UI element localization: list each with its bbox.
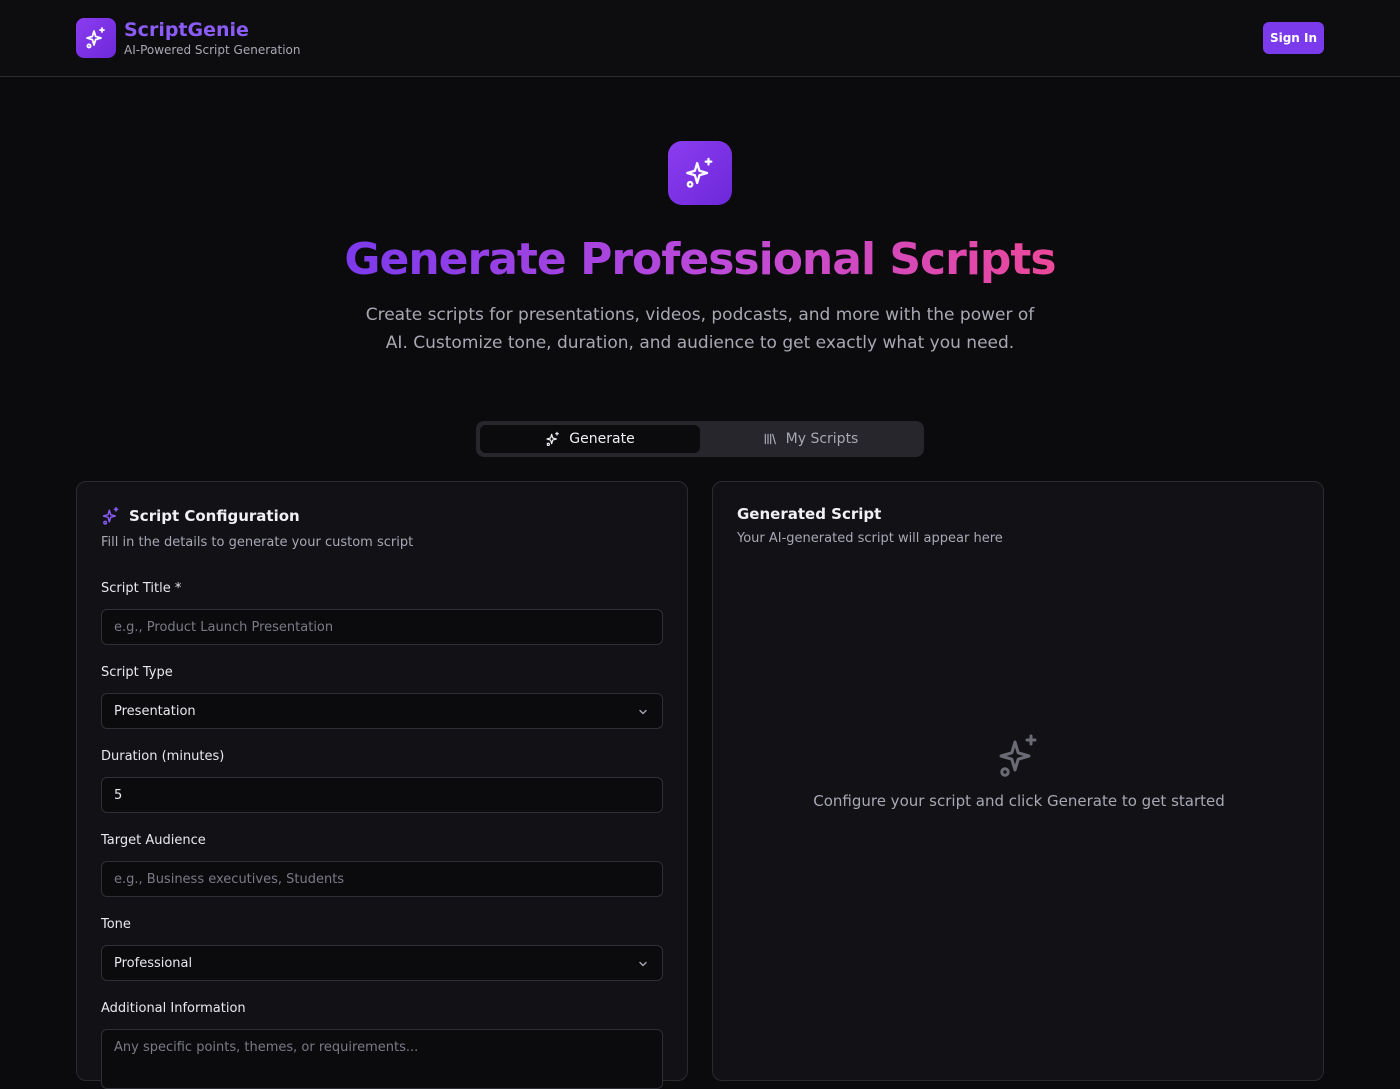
additional-info-placeholder: Any specific points, themes, or requirem… [114,1040,419,1055]
script-title-input[interactable]: e.g., Product Launch Presentation [101,609,663,645]
target-audience-placeholder: e.g., Business executives, Students [114,871,345,887]
empty-state-message: Configure your script and click Generate… [813,792,1225,810]
config-title: Script Configuration [101,506,300,526]
output-title-text: Generated Script [737,505,882,523]
config-description: Fill in the details to generate your cus… [101,535,414,550]
brand-tagline: AI-Powered Script Generation [124,43,301,57]
app-header: ScriptGenie AI-Powered Script Generation… [0,0,1400,77]
script-type-value: Presentation [114,703,196,719]
tone-value: Professional [114,955,193,971]
brand-text: ScriptGenie AI-Powered Script Generation [124,18,300,58]
brand[interactable]: ScriptGenie AI-Powered Script Generation [76,18,300,58]
chevron-down-icon [639,709,647,715]
tab-my-scripts[interactable]: My Scripts [700,425,920,453]
tab-generate-label: Generate [569,431,635,447]
output-description: Your AI-generated script will appear her… [737,531,1003,546]
script-title-placeholder: e.g., Product Launch Presentation [114,619,334,635]
sparkles-icon [546,431,560,446]
script-title-label: Script Title * [101,581,182,596]
duration-value: 5 [114,787,123,803]
sign-in-button[interactable]: Sign In [1263,22,1324,54]
generated-script-card: Generated Script Your AI-generated scrip… [712,481,1324,1081]
script-type-select[interactable]: Presentation [101,693,663,729]
script-configuration-card: Script Configuration Fill in the details… [76,481,688,1089]
sparkles-icon [999,734,1037,777]
tone-label: Tone [101,917,131,932]
tab-generate[interactable]: Generate [480,425,700,453]
empty-state: Configure your script and click Generate… [713,732,1325,810]
tone-select[interactable]: Professional [101,945,663,981]
page-subtitle: Create scripts for presentations, videos… [365,305,1035,353]
hero-sparkles-icon [668,141,732,205]
script-type-label: Script Type [101,665,173,680]
output-title: Generated Script [737,505,881,523]
sparkles-icon [76,18,116,58]
target-audience-label: Target Audience [101,833,206,848]
tab-my-scripts-label: My Scripts [785,431,859,447]
target-audience-input[interactable]: e.g., Business executives, Students [101,861,663,897]
duration-input[interactable]: 5 [101,777,663,813]
page-title: Generate Professional Scripts [344,234,1056,285]
duration-label: Duration (minutes) [101,749,225,764]
additional-info-textarea[interactable]: Any specific points, themes, or requirem… [101,1029,663,1089]
chevron-down-icon [639,961,647,967]
library-icon [764,433,776,445]
config-title-text: Script Configuration [129,507,300,525]
sparkles-icon [102,506,119,525]
view-tabs: Generate My Scripts [476,421,924,457]
brand-name: ScriptGenie [124,19,249,41]
additional-info-label: Additional Information [101,1001,246,1016]
